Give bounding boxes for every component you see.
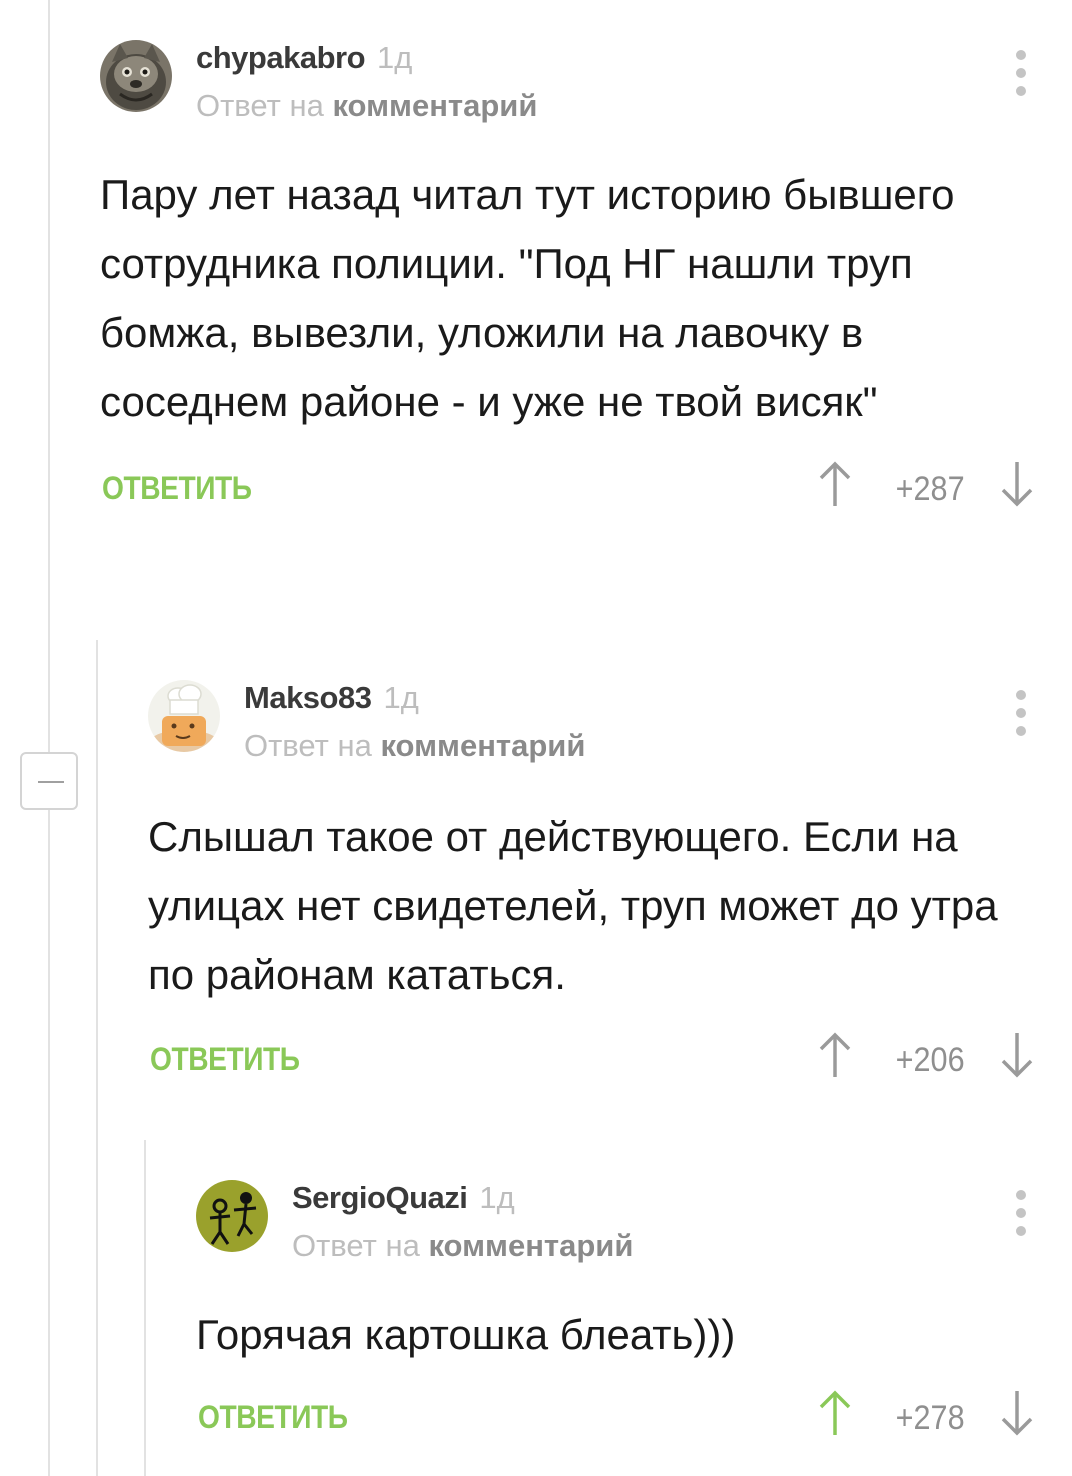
reply-prefix: Ответ на xyxy=(244,728,372,763)
comment-text: Горячая картошка блеать))) xyxy=(196,1311,736,1358)
parent-comment-link[interactable]: комментарий xyxy=(380,728,585,763)
comment: Makso83 1д Ответ на комментарий Слышал та… xyxy=(148,676,1072,1089)
thread-line xyxy=(48,0,50,1476)
more-vertical-icon[interactable] xyxy=(1014,50,1028,96)
reply-button[interactable]: ОТВЕТИТЬ xyxy=(102,470,252,507)
reply-button[interactable]: ОТВЕТИТЬ xyxy=(198,1399,348,1436)
reply-prefix: Ответ на xyxy=(292,1228,420,1263)
stick-figures-avatar xyxy=(196,1180,268,1252)
collapse-thread-button[interactable] xyxy=(20,752,78,810)
arrow-up-icon[interactable] xyxy=(818,1389,852,1437)
more-vertical-icon[interactable] xyxy=(1014,1190,1028,1236)
thread-line xyxy=(96,640,98,1476)
reply-button[interactable]: ОТВЕТИТЬ xyxy=(150,1041,300,1078)
arrow-up-icon[interactable] xyxy=(818,460,852,508)
author-nickname[interactable]: SergioQuazi xyxy=(292,1180,468,1215)
arrow-down-icon[interactable] xyxy=(1000,1031,1034,1079)
arrow-down-icon[interactable] xyxy=(1000,1389,1034,1437)
reply-prefix: Ответ на xyxy=(196,88,324,123)
author-nickname[interactable]: chypakabro xyxy=(196,40,366,75)
comment-text: Слышал такое от действующего. Если на ул… xyxy=(148,813,998,998)
comment: chypakabro 1д Ответ на комментарий Пару л… xyxy=(100,36,1072,518)
comment: SergioQuazi 1д Ответ на комментарий Горяч… xyxy=(196,1176,1072,1447)
rating-value: +206 xyxy=(896,1041,965,1079)
comment-text: Пару лет назад читал тут историю бывшего… xyxy=(100,171,955,425)
comment-time: 1д xyxy=(377,40,413,75)
rating-value: +278 xyxy=(896,1399,965,1437)
author-nickname[interactable]: Makso83 xyxy=(244,680,372,715)
rating-value: +287 xyxy=(896,470,965,508)
thread-line xyxy=(144,1140,146,1476)
arrow-up-icon[interactable] xyxy=(818,1031,852,1079)
user-avatar[interactable] xyxy=(148,680,220,752)
collapse-minus-icon xyxy=(38,781,64,783)
user-avatar[interactable] xyxy=(100,40,172,112)
more-vertical-icon[interactable] xyxy=(1014,690,1028,736)
parent-comment-link[interactable]: комментарий xyxy=(332,88,537,123)
cat-avatar xyxy=(100,40,172,112)
comment-time: 1д xyxy=(383,680,419,715)
comment-time: 1д xyxy=(479,1180,515,1215)
cook-avatar xyxy=(148,680,220,752)
user-avatar[interactable] xyxy=(196,1180,268,1252)
arrow-down-icon[interactable] xyxy=(1000,460,1034,508)
parent-comment-link[interactable]: комментарий xyxy=(428,1228,633,1263)
